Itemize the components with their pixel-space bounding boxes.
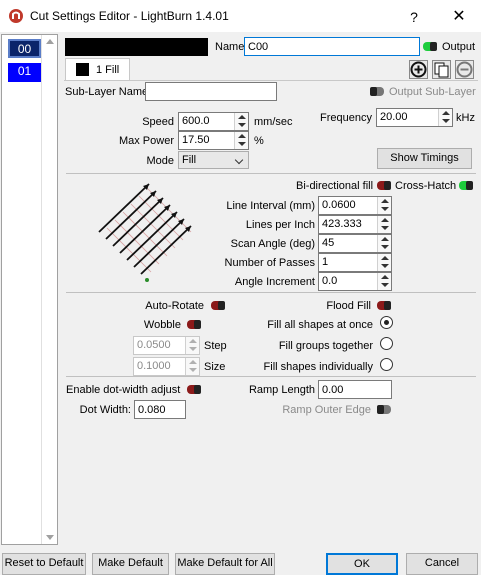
fill-all-shapes-radio[interactable] bbox=[380, 316, 393, 329]
fill-individually-radio[interactable] bbox=[380, 358, 393, 371]
spinner-arrows-icon bbox=[377, 235, 391, 252]
output-toggle[interactable] bbox=[423, 42, 437, 51]
speed-label: Speed bbox=[142, 116, 174, 128]
spinner-arrows-icon bbox=[377, 197, 391, 214]
divider bbox=[66, 376, 476, 377]
crosshatch-toggle[interactable] bbox=[459, 181, 473, 190]
add-icon bbox=[410, 61, 427, 78]
frequency-label: Frequency bbox=[320, 112, 372, 124]
layer-list[interactable]: 00 01 bbox=[1, 34, 58, 545]
divider bbox=[66, 173, 476, 174]
spinner-arrows-icon bbox=[438, 109, 452, 126]
bidirectional-fill-toggle[interactable] bbox=[377, 181, 391, 190]
tab-fill[interactable]: 1 Fill bbox=[65, 58, 130, 80]
output-label: Output bbox=[442, 41, 476, 53]
speed-spinbox[interactable]: 600.0 bbox=[178, 112, 249, 131]
auto-rotate-toggle[interactable] bbox=[211, 301, 225, 310]
ramp-outer-edge-label: Ramp Outer Edge bbox=[282, 404, 371, 416]
remove-sublayer-button[interactable] bbox=[455, 60, 474, 79]
divider bbox=[66, 292, 476, 293]
spinner-arrows-icon bbox=[377, 273, 391, 290]
close-button[interactable]: ✕ bbox=[445, 6, 473, 28]
title-bar: Cut Settings Editor - LightBurn 1.4.01 ?… bbox=[0, 0, 481, 32]
name-label: Name bbox=[215, 41, 245, 53]
layer-list-scrollbar[interactable] bbox=[41, 35, 57, 544]
window-title: Cut Settings Editor - LightBurn 1.4.01 bbox=[30, 9, 229, 23]
spinner-arrows-icon bbox=[234, 113, 248, 130]
frequency-unit: kHz bbox=[456, 112, 475, 124]
lightburn-logo-icon bbox=[9, 9, 23, 23]
speed-unit: mm/sec bbox=[254, 116, 293, 128]
crosshatch-label: Cross-Hatch bbox=[395, 180, 457, 192]
angle-increment-label: Angle Increment bbox=[234, 276, 315, 288]
spinner-arrows-icon bbox=[377, 254, 391, 271]
spinner-arrows-icon bbox=[234, 132, 248, 149]
ramp-length-label: Ramp Length bbox=[248, 384, 315, 396]
dot-width-label: Dot Width: bbox=[79, 404, 131, 416]
tab-label: 1 Fill bbox=[96, 64, 120, 76]
spinner-arrows-icon bbox=[185, 358, 199, 375]
make-default-for-all-button[interactable]: Make Default for All bbox=[175, 553, 275, 575]
fill-groups-label: Fill groups together bbox=[278, 340, 373, 352]
angle-increment-spinbox[interactable]: 0.0 bbox=[318, 272, 392, 291]
bidirectional-fill-label: Bi-directional fill bbox=[296, 180, 374, 192]
number-of-passes-spinbox[interactable]: 1 bbox=[318, 253, 392, 272]
size-spinbox[interactable]: 0.1000 bbox=[133, 357, 200, 376]
make-default-button[interactable]: Make Default bbox=[92, 553, 169, 575]
mode-select[interactable]: Fill bbox=[178, 151, 249, 169]
flood-fill-toggle[interactable] bbox=[377, 301, 391, 310]
layer-item-01[interactable]: 01 bbox=[8, 63, 41, 82]
max-power-label: Max Power bbox=[118, 135, 174, 147]
dot-width-input[interactable] bbox=[134, 400, 186, 419]
spinner-arrows-icon bbox=[185, 337, 199, 354]
chevron-down-icon bbox=[234, 155, 244, 165]
remove-icon bbox=[456, 61, 473, 78]
lines-per-inch-label: Lines per Inch bbox=[245, 219, 315, 231]
ramp-length-input[interactable] bbox=[318, 380, 392, 399]
ok-button[interactable]: OK bbox=[326, 553, 398, 575]
sublayer-name-input[interactable] bbox=[145, 82, 277, 101]
mode-label: Mode bbox=[146, 155, 174, 167]
reset-to-default-button[interactable]: Reset to Default bbox=[2, 553, 86, 575]
add-sublayer-button[interactable] bbox=[409, 60, 428, 79]
wobble-toggle[interactable] bbox=[187, 320, 201, 329]
fill-individually-label: Fill shapes individually bbox=[263, 361, 373, 373]
name-input[interactable] bbox=[244, 37, 420, 56]
scan-angle-spinbox[interactable]: 45 bbox=[318, 234, 392, 253]
scan-angle-label: Scan Angle (deg) bbox=[230, 238, 315, 250]
dot-width-adjust-label: Enable dot-width adjust bbox=[66, 384, 181, 396]
flood-fill-label: Flood Fill bbox=[326, 300, 371, 312]
max-power-spinbox[interactable]: 17.50 bbox=[178, 131, 249, 150]
tab-color-swatch bbox=[76, 63, 89, 76]
line-interval-label: Line Interval (mm) bbox=[226, 200, 315, 212]
fill-all-shapes-label: Fill all shapes at once bbox=[267, 319, 373, 331]
layer-color-swatch[interactable] bbox=[65, 38, 208, 56]
show-timings-button[interactable]: Show Timings bbox=[377, 148, 472, 169]
help-button[interactable]: ? bbox=[400, 6, 428, 28]
spinner-arrows-icon bbox=[377, 216, 391, 233]
scroll-up-icon[interactable] bbox=[46, 39, 54, 44]
auto-rotate-label: Auto-Rotate bbox=[145, 300, 204, 312]
output-sublayer-toggle[interactable] bbox=[370, 87, 384, 96]
step-spinbox[interactable]: 0.0500 bbox=[133, 336, 200, 355]
max-power-unit: % bbox=[254, 135, 264, 147]
output-sublayer-label: Output Sub-Layer bbox=[389, 86, 476, 98]
ramp-outer-edge-toggle[interactable] bbox=[377, 405, 391, 414]
line-interval-spinbox[interactable]: 0.0600 bbox=[318, 196, 392, 215]
frequency-spinbox[interactable]: 20.00 bbox=[376, 108, 453, 127]
lines-per-inch-spinbox[interactable]: 423.333 bbox=[318, 215, 392, 234]
step-label: Step bbox=[204, 340, 227, 352]
wobble-label: Wobble bbox=[143, 319, 181, 331]
sublayer-name-label: Sub-Layer Name bbox=[65, 86, 149, 98]
number-of-passes-label: Number of Passes bbox=[224, 257, 315, 269]
scroll-down-icon[interactable] bbox=[46, 535, 54, 540]
size-label: Size bbox=[204, 361, 226, 373]
copy-sublayer-button[interactable] bbox=[432, 60, 451, 79]
dot-width-adjust-toggle[interactable] bbox=[187, 385, 201, 394]
scan-pattern-preview bbox=[98, 183, 192, 282]
cancel-button[interactable]: Cancel bbox=[406, 553, 478, 575]
copy-icon bbox=[434, 62, 449, 78]
layer-item-00[interactable]: 00 bbox=[8, 39, 41, 58]
fill-groups-radio[interactable] bbox=[380, 337, 393, 350]
